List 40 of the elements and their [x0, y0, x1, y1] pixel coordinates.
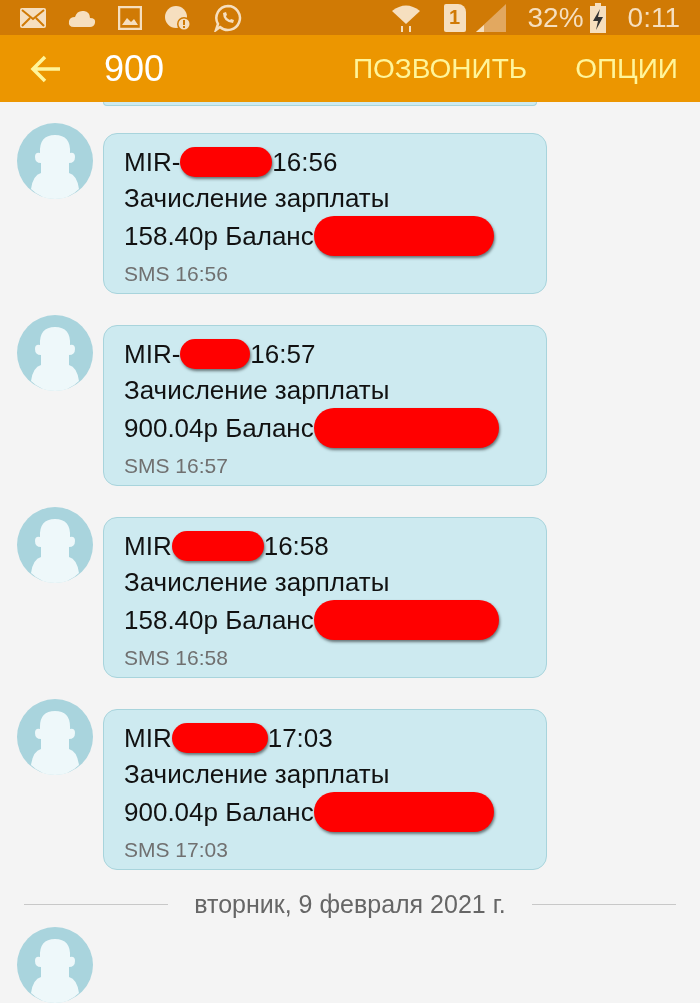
toolbar-action[interactable]: ПОЗВОНИТЬ: [352, 52, 528, 85]
message-timestamp: SMS 16:57: [124, 454, 229, 478]
image-icon: [118, 5, 142, 30]
cloud-icon: [68, 8, 96, 27]
sender-time: 16:57: [250, 338, 316, 371]
clock-time: 0:11: [627, 1, 680, 34]
message-text: 158.40р Баланс: [124, 220, 314, 253]
message-text: 900.04р Баланс: [124, 412, 314, 445]
sender-time: 16:58: [263, 530, 329, 563]
sim-card-icon: 1: [443, 3, 466, 32]
mail-icon: [20, 7, 46, 28]
message-text: Зачисление зарплаты: [124, 374, 390, 407]
chat-phone-icon: [214, 3, 242, 32]
message-timestamp: SMS 16:58: [124, 646, 229, 670]
sender-text: MIR: [124, 722, 172, 755]
sync-warning-icon: [164, 4, 192, 31]
sender-text: MIR-: [124, 338, 181, 371]
battery-charging-icon: [589, 2, 606, 33]
avatar-icon: [17, 315, 93, 391]
avatar-icon: [17, 507, 93, 583]
toolbar-action[interactable]: ОПЦИИ: [575, 52, 678, 85]
message-text: Зачисление зарплаты: [124, 758, 390, 791]
avatar-icon: [17, 699, 93, 775]
sender-text: MIR: [124, 530, 172, 563]
message-text: Зачисление зарплаты: [124, 182, 390, 215]
sender-time: 17:03: [267, 722, 333, 755]
message-text: 900.04р Баланс: [124, 796, 314, 829]
redaction-mark: [180, 339, 251, 369]
battery-percent: 32%: [527, 1, 584, 34]
date-separator: вторник, 9 февраля 2021 г.: [194, 890, 506, 919]
message-timestamp: SMS 17:03: [124, 838, 229, 862]
message-timestamp: SMS 16:56: [124, 262, 229, 286]
sender-time: 16:56: [272, 146, 338, 179]
avatar-icon: [17, 123, 93, 199]
back-arrow-icon[interactable]: [30, 54, 62, 83]
signal-icon: [475, 3, 506, 32]
message-text: 158.40р Баланс: [124, 604, 314, 637]
message-text: Зачисление зарплаты: [124, 566, 390, 599]
conversation-title: 900: [104, 47, 166, 90]
sender-text: MIR-: [124, 146, 181, 179]
